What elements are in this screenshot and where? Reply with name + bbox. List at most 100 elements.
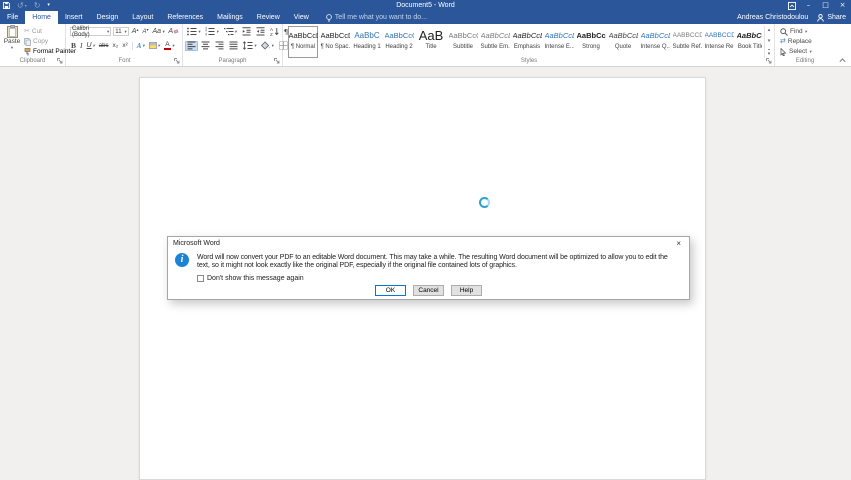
style-heading-2[interactable]: AaBbCcCHeading 2 [384,26,414,58]
select-button[interactable]: Select ▾ [780,47,833,56]
gallery-down-button[interactable]: ▾ [768,38,771,44]
numbered-list-button[interactable]: ▾ [203,27,220,37]
bullet-list-button[interactable]: ▾ [185,27,202,37]
clipboard-icon [7,25,18,38]
style-strong[interactable]: AaBbCcDtStrong [576,26,606,58]
style-sample: AaBbCcDt [737,28,763,43]
style-quote[interactable]: AaBbCcDtQuote [608,26,638,58]
collapse-ribbon-button[interactable] [839,58,846,63]
bold-button[interactable]: B [70,41,77,51]
tab-insert[interactable]: Insert [58,11,90,24]
sort-button[interactable]: AZ [268,27,281,37]
font-dialog-launcher[interactable] [174,58,180,64]
style-intense-e[interactable]: AaBbCcDtIntense E... [544,26,574,58]
ok-button[interactable]: OK [375,285,406,296]
style-intense-q[interactable]: AaBbCcDtIntense Q... [640,26,670,58]
superscript-button[interactable]: x² [121,41,128,51]
tab-mailings[interactable]: Mailings [210,11,250,24]
undo-button[interactable]: ↺▾ [17,0,27,11]
justify-icon [229,41,238,50]
replace-button[interactable]: ⇄ Replace [780,37,833,46]
document-area[interactable]: Microsoft Word × i Word will now convert… [0,67,851,480]
font-color-button[interactable]: A▾ [163,41,175,51]
shrink-font-button[interactable]: A▾ [141,27,149,37]
checkbox-icon[interactable] [197,275,204,282]
paste-dropdown[interactable]: ▾ [11,45,13,51]
help-button[interactable]: Help [451,285,482,296]
style-emphasis[interactable]: AaBbCcDtEmphasis [512,26,542,58]
italic-button[interactable]: I [79,41,84,51]
close-button[interactable]: × [834,0,851,11]
grow-font-button[interactable]: A▴ [131,27,140,37]
shading-button[interactable]: ▾ [259,41,275,51]
redo-button[interactable]: ↻ [34,0,41,11]
user-name[interactable]: Andreas Christodoulou [737,14,808,21]
save-button[interactable] [3,2,10,9]
underline-button[interactable]: U▾ [86,41,96,51]
style-intense-re[interactable]: AABBCCDCIntense Re... [704,26,734,58]
dont-show-again-checkbox[interactable]: Don't show this message again [197,275,304,282]
style-normal[interactable]: AaBbCcDc¶ Normal [288,26,318,58]
multilevel-list-button[interactable]: ▾ [222,27,239,37]
styles-gallery-scroll: ▴ ▾ ▾ [764,26,773,58]
text-effects-button[interactable]: A▾ [136,41,146,51]
style-sample: AaBbCcDt [513,28,542,43]
align-right-button[interactable] [213,41,226,51]
scissors-icon: ✂ [24,28,30,35]
restore-button[interactable]: □ [817,0,834,11]
find-button[interactable]: Find ▾ [780,27,833,36]
tell-me-box[interactable]: Tell me what you want to do... [326,11,427,24]
subscript-button[interactable]: x₂ [112,41,120,51]
decrease-indent-icon [242,27,251,36]
tab-design[interactable]: Design [89,11,125,24]
tab-view[interactable]: View [287,11,316,24]
share-button[interactable]: Share [817,14,846,22]
gallery-up-button[interactable]: ▴ [768,27,771,33]
increase-indent-button[interactable] [254,27,267,37]
ribbon-group-editing: Find ▾ ⇄ Replace Select ▾ Editing [777,24,833,66]
style-heading-1[interactable]: AaBbCHeading 1 [352,26,382,58]
font-group-label: Font [67,58,182,65]
style-book-title[interactable]: AaBbCcDtBook Title [736,26,762,58]
chevron-up-icon [839,58,846,63]
word-window: ↺▾ ↻ ▾ Document5 - Word – □ × FileHomeIn… [0,0,851,480]
paste-button[interactable]: Paste ▾ [2,25,22,58]
minimize-button[interactable]: – [800,0,817,11]
paragraph-dialog-launcher[interactable] [274,58,280,64]
align-left-button[interactable] [185,41,198,51]
paste-label: Paste [4,38,21,45]
style-subtle-ref[interactable]: AABBCCDCSubtle Ref... [672,26,702,58]
style-subtitle[interactable]: AaBbCcCSubtitle [448,26,478,58]
font-family-select[interactable]: Calibri (Body) ▾ [70,27,111,36]
styles-gallery: AaBbCcDc¶ NormalAaBbCcDc¶ No Spac...AaBb… [288,26,762,58]
align-center-button[interactable] [199,41,212,51]
tab-review[interactable]: Review [250,11,287,24]
ribbon-display-options-button[interactable] [783,0,800,11]
tab-home[interactable]: Home [25,11,58,24]
clipboard-dialog-launcher[interactable] [57,58,63,64]
clear-formatting-button[interactable]: A [167,27,179,37]
font-family-value: Calibri (Body) [72,26,107,38]
cancel-button[interactable]: Cancel [413,285,444,296]
decrease-indent-button[interactable] [240,27,253,37]
style-title[interactable]: AaBTitle [416,26,446,58]
highlight-color-button[interactable]: ▾ [148,41,161,51]
style-subtle-em[interactable]: AaBbCcDtSubtle Em... [480,26,510,58]
replace-icon: ⇄ [780,38,786,45]
justify-button[interactable] [227,41,240,51]
tab-layout[interactable]: Layout [125,11,160,24]
font-size-select[interactable]: 11 ▾ [113,27,128,36]
tab-references[interactable]: References [160,11,210,24]
line-spacing-button[interactable]: ▾ [241,41,258,51]
qat-customize-button[interactable]: ▾ [47,0,50,11]
strikethrough-button[interactable]: abc [98,41,110,51]
save-icon [3,2,10,9]
gallery-more-button[interactable]: ▾ [768,49,771,57]
style-name: Intense E... [545,43,574,51]
dialog-close-button[interactable]: × [673,238,684,250]
tab-file[interactable]: File [0,11,25,24]
styles-dialog-launcher[interactable] [766,58,772,64]
style-no-spac[interactable]: AaBbCcDc¶ No Spac... [320,26,350,58]
change-case-button[interactable]: Aa▾ [152,27,166,37]
style-name: ¶ No Spac... [321,43,350,51]
